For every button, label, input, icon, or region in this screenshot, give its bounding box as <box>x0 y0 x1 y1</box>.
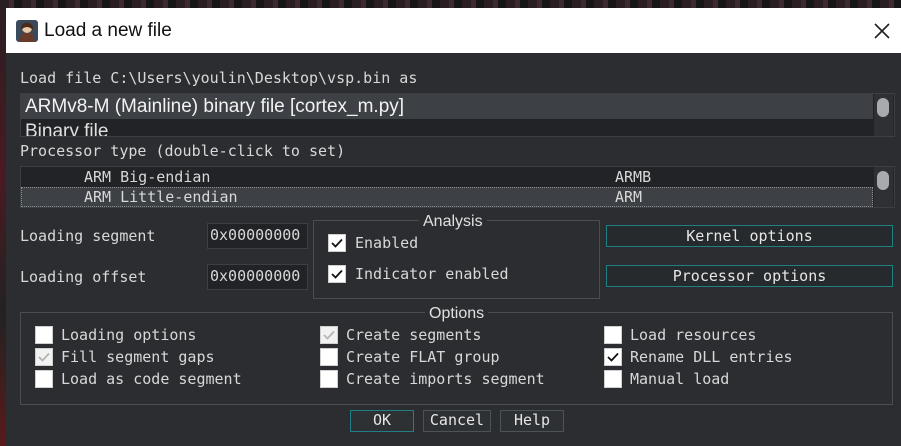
loader-list[interactable]: ARMv8-M (Mainline) binary file [cortex_m… <box>20 93 895 137</box>
processor-options-button[interactable]: Processor options <box>606 265 893 287</box>
check-icon <box>331 269 343 279</box>
ida-app-icon <box>16 20 38 42</box>
processor-name: ARM Little-endian <box>84 188 238 206</box>
processor-row[interactable]: ARM Big-endian ARMB <box>21 167 873 187</box>
fill-segment-gaps-label: Fill segment gaps <box>61 348 215 366</box>
loading-offset-input[interactable]: 0x00000000 <box>207 264 308 290</box>
manual-load-checkbox[interactable] <box>604 370 622 388</box>
analysis-enabled-label: Enabled <box>355 234 419 252</box>
close-button[interactable] <box>868 17 896 45</box>
loader-item-label: ARMv8-M (Mainline) binary file [cortex_m… <box>25 96 405 117</box>
kernel-options-button[interactable]: Kernel options <box>606 225 893 247</box>
load-as-code-segment-label: Load as code segment <box>61 370 242 388</box>
close-icon <box>874 23 890 39</box>
ok-button[interactable]: OK <box>350 410 414 432</box>
create-imports-segment-label: Create imports segment <box>346 370 545 388</box>
loading-offset-label: Loading offset <box>20 268 147 286</box>
indicator-enabled-checkbox[interactable] <box>328 265 346 283</box>
processor-scroll-thumb[interactable] <box>877 171 889 190</box>
loading-segment-input[interactable]: 0x00000000 <box>207 223 308 249</box>
check-icon <box>323 330 335 340</box>
check-icon <box>331 238 343 248</box>
processor-type-label: Processor type (double-click to set) <box>20 142 346 160</box>
create-flat-group-label: Create FLAT group <box>346 348 500 366</box>
check-icon <box>38 352 50 362</box>
manual-load-label: Manual load <box>630 370 730 388</box>
analysis-group-title: Analysis <box>419 213 487 231</box>
loader-item-selected[interactable]: ARMv8-M (Mainline) binary file [cortex_m… <box>21 94 873 119</box>
load-resources-checkbox[interactable] <box>604 326 622 344</box>
rename-dll-entries-label: Rename DLL entries <box>630 348 793 366</box>
processor-code: ARMB <box>615 168 652 186</box>
processor-code: ARM <box>615 188 643 206</box>
options-group-title: Options <box>425 305 489 323</box>
create-segments-label: Create segments <box>346 326 482 344</box>
desktop-background <box>0 0 901 8</box>
load-resources-label: Load resources <box>630 326 757 344</box>
help-button[interactable]: Help <box>500 410 564 432</box>
check-icon <box>607 352 619 362</box>
loading-options-label: Loading options <box>61 326 197 344</box>
loading-segment-label: Loading segment <box>20 227 156 245</box>
loading-options-checkbox[interactable] <box>35 326 53 344</box>
loader-scroll-thumb[interactable] <box>877 98 889 117</box>
analysis-enabled-checkbox[interactable] <box>328 234 346 252</box>
indicator-enabled-label: Indicator enabled <box>355 265 509 283</box>
load-file-label: Load file C:\Users\youlin\Desktop\vsp.bi… <box>20 69 418 87</box>
create-imports-segment-checkbox[interactable] <box>320 370 338 388</box>
processor-name: ARM Big-endian <box>84 168 211 186</box>
create-segments-checkbox[interactable] <box>320 326 338 344</box>
analysis-group <box>313 220 600 299</box>
loader-item-label: Binary file <box>25 121 109 137</box>
rename-dll-entries-checkbox[interactable] <box>604 348 622 366</box>
processor-list[interactable]: ARM Big-endian ARMB ARM Little-endian AR… <box>20 166 895 208</box>
create-flat-group-checkbox[interactable] <box>320 348 338 366</box>
load-as-code-segment-checkbox[interactable] <box>35 370 53 388</box>
window-title: Load a new file <box>44 20 172 41</box>
fill-segment-gaps-checkbox[interactable] <box>35 348 53 366</box>
cancel-button[interactable]: Cancel <box>423 410 491 432</box>
loader-item[interactable]: Binary file <box>21 120 873 137</box>
processor-row-selected[interactable]: ARM Little-endian ARM <box>21 187 873 207</box>
